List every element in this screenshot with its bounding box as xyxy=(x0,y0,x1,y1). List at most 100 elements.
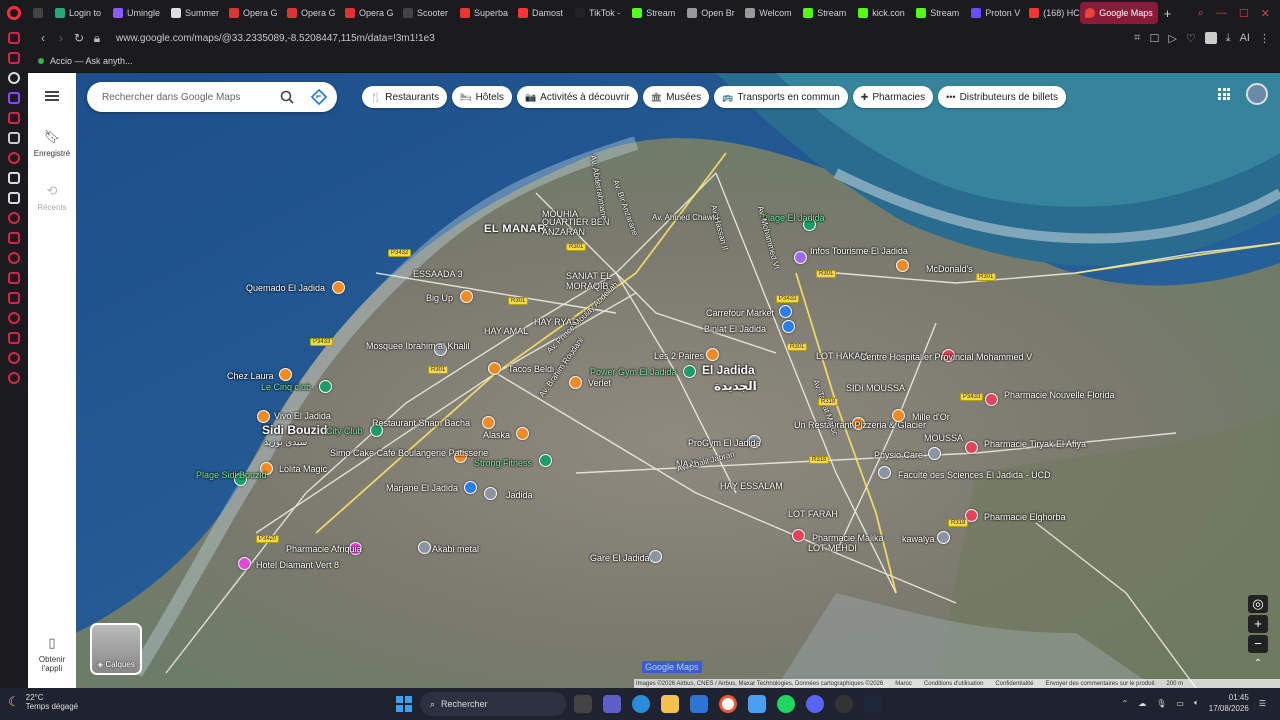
edge-icon[interactable] xyxy=(632,695,650,713)
browser-tab[interactable]: (168) HC xyxy=(1024,2,1080,24)
taskbar-search[interactable]: ⌕ Rechercher xyxy=(420,692,566,716)
cube-icon[interactable] xyxy=(8,352,20,364)
notifications-icon[interactable]: ☰ xyxy=(1259,699,1266,708)
place-label[interactable]: Pharmacie Elghorba xyxy=(984,512,1066,522)
sidebar-corner-icon[interactable] xyxy=(8,52,20,64)
get-app-button[interactable]: ▯ Obtenir l'appli xyxy=(28,635,76,673)
minimize-button[interactable]: — xyxy=(1216,7,1227,20)
tilt-button[interactable]: ⌃ xyxy=(1248,655,1268,673)
place-label[interactable]: Verlet xyxy=(588,378,611,388)
extensions-icon[interactable] xyxy=(8,232,20,244)
chip-pharmacies[interactable]: ✚ Pharmacies xyxy=(852,86,934,108)
browser-tab[interactable]: Stream xyxy=(627,2,680,24)
browser-tab[interactable]: Opera G xyxy=(340,2,396,24)
place-label[interactable]: Strong Fitness xyxy=(474,458,532,468)
microphone-icon[interactable]: 🎙︎ xyxy=(1156,699,1166,708)
heart-icon[interactable] xyxy=(8,252,20,264)
browser-tab[interactable] xyxy=(28,2,48,24)
place-label[interactable]: Vivo El Jadida xyxy=(274,411,331,421)
download-icon[interactable]: ⤓ xyxy=(1226,32,1231,45)
browser-tab[interactable]: Stream xyxy=(798,2,851,24)
my-location-icon[interactable]: ◎ xyxy=(1248,595,1268,613)
cloud-icon[interactable]: ☁ xyxy=(1138,699,1146,708)
place-label[interactable]: Simo Cake Café Boulangerie Patisserie xyxy=(330,448,488,458)
place-pin-icon[interactable] xyxy=(965,441,978,454)
place-label[interactable]: Carrefour Market xyxy=(706,308,774,318)
map-satellite-view[interactable]: Rechercher dans Google Maps 🍴 Restaurants… xyxy=(76,73,1280,688)
twitch-icon[interactable] xyxy=(8,92,20,104)
maps-search-box[interactable]: Rechercher dans Google Maps xyxy=(87,82,337,112)
maximize-button[interactable]: ☐ xyxy=(1239,7,1249,20)
place-pin-icon[interactable] xyxy=(878,466,891,479)
browser-tab[interactable]: Scooter xyxy=(398,2,453,24)
tiktok-icon[interactable] xyxy=(8,172,20,184)
chevron-up-icon[interactable]: ⌃ xyxy=(1122,699,1129,708)
search-tabs-icon[interactable]: ⌕ xyxy=(1198,7,1204,20)
place-label[interactable]: Chez Laura xyxy=(227,371,274,381)
x-icon[interactable] xyxy=(8,192,20,204)
chip-distributeurs-de-billets[interactable]: ••• Distributeurs de billets xyxy=(938,86,1066,108)
settings-icon[interactable] xyxy=(8,372,20,384)
place-pin-icon[interactable] xyxy=(488,362,501,375)
footer-link[interactable]: 200 m xyxy=(1167,681,1184,687)
place-label[interactable]: Hotel Diamant Vert 8 xyxy=(256,560,339,570)
place-label[interactable]: Infos Tourisme El Jadida xyxy=(810,246,908,256)
tab-cube-icon[interactable]: ☐ xyxy=(1150,32,1160,45)
browser-tab[interactable]: Welcom xyxy=(740,2,796,24)
place-label[interactable]: Biniat El Jadida xyxy=(704,324,766,334)
directions-icon[interactable] xyxy=(311,89,327,105)
place-pin-icon[interactable] xyxy=(928,447,941,460)
zoom-in-button[interactable]: + xyxy=(1248,615,1268,633)
browser-tab[interactable]: Login to xyxy=(50,2,106,24)
place-label[interactable]: Faculté des Sciences El Jadida - UCD xyxy=(898,470,1051,480)
chip-activit-s-d-couvrir[interactable]: 📷 Activités à découvrir xyxy=(516,86,638,108)
chip-restaurants[interactable]: 🍴 Restaurants xyxy=(362,86,448,108)
place-pin-icon[interactable] xyxy=(649,550,662,563)
place-label[interactable]: Pharmacie Nouvelle Florida xyxy=(1004,390,1115,400)
avatar[interactable] xyxy=(1246,83,1268,105)
chip-transports-en-commun[interactable]: 🚌 Transports en commun xyxy=(714,86,848,108)
place-label[interactable]: Mille d'Or xyxy=(912,412,950,422)
saved-button[interactable]: 🔖︎ Enregistré xyxy=(28,129,76,158)
battery-icon[interactable] xyxy=(8,292,20,304)
place-label[interactable]: Alaska xyxy=(483,430,510,440)
task-view-icon[interactable] xyxy=(574,695,592,713)
place-label[interactable]: Le Cinq club xyxy=(261,382,311,392)
discord-icon[interactable] xyxy=(8,132,20,144)
snapshot-icon[interactable]: ⌗ xyxy=(1134,32,1140,45)
browser-tab[interactable]: Summer xyxy=(166,2,222,24)
place-pin-icon[interactable] xyxy=(683,365,696,378)
place-pin-icon[interactable] xyxy=(539,454,552,467)
place-label[interactable]: Pharmacie Afriquia xyxy=(286,544,362,554)
place-label[interactable]: Jadida xyxy=(506,490,533,500)
store-icon[interactable] xyxy=(690,695,708,713)
network-icon[interactable]: ▭ xyxy=(1176,699,1184,708)
footer-link[interactable]: Envoyer des commentaires sur le produit xyxy=(1045,681,1154,687)
place-label[interactable]: Pharmacie Tiryak El Afiya xyxy=(984,439,1086,449)
place-pin-icon[interactable] xyxy=(319,380,332,393)
place-pin-icon[interactable] xyxy=(892,409,905,422)
place-label[interactable]: ProGym El Jadida xyxy=(688,438,761,448)
place-label[interactable]: Plage Sidi Bouzid xyxy=(196,470,267,480)
browser-tab[interactable]: kick.con xyxy=(853,2,909,24)
menu-icon[interactable]: ⋮ xyxy=(1259,32,1270,45)
browser-tab[interactable]: TikTok - xyxy=(570,2,625,24)
place-pin-icon[interactable] xyxy=(782,320,795,333)
history-icon[interactable] xyxy=(8,312,20,324)
app-icon[interactable] xyxy=(835,695,853,713)
place-label[interactable]: Pharmacie Malika xyxy=(812,533,884,543)
spotify-icon[interactable] xyxy=(777,695,795,713)
place-label[interactable]: Akabi metal xyxy=(432,544,479,554)
close-window-button[interactable]: ✕ xyxy=(1261,7,1270,20)
place-label[interactable]: kawalya xyxy=(902,534,935,544)
place-label[interactable]: Power Gym El Jadida xyxy=(590,367,677,377)
pinboard-icon[interactable] xyxy=(8,272,20,284)
place-pin-icon[interactable] xyxy=(569,376,582,389)
place-pin-icon[interactable] xyxy=(706,348,719,361)
new-tab-button[interactable]: + xyxy=(1158,6,1178,21)
url-field[interactable]: www.google.com/maps/@33.2335089,-8.52084… xyxy=(116,33,435,44)
google-apps-icon[interactable] xyxy=(1218,88,1230,100)
place-pin-icon[interactable] xyxy=(937,531,950,544)
play-icon[interactable]: ▷ xyxy=(1168,32,1176,45)
browser-tab[interactable]: Stream xyxy=(911,2,964,24)
